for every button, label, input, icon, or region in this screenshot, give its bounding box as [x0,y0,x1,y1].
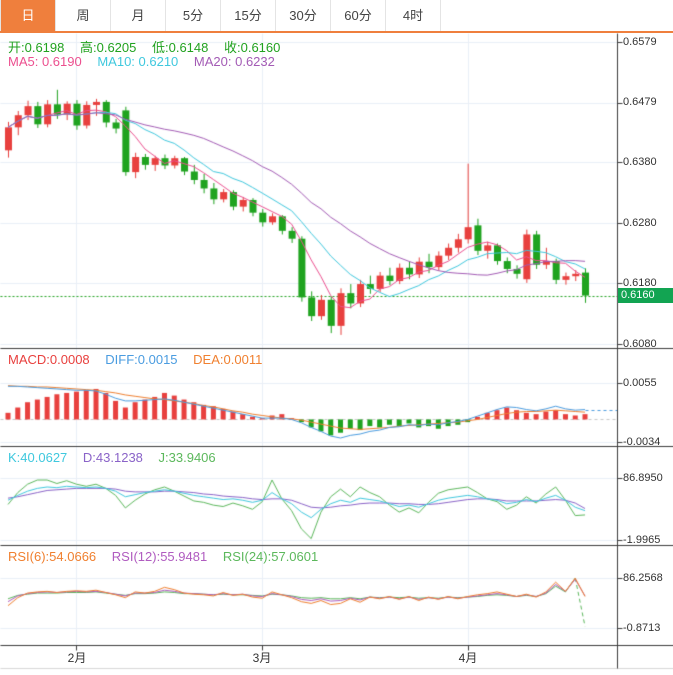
y-tick-main-3: 0.6380 [623,156,657,168]
tab-month[interactable]: 月 [111,0,166,31]
x-label-feb: 2月 [68,649,87,666]
diff-value: DIFF:0.0015 [105,352,177,367]
tab-15min[interactable]: 15分 [221,0,276,31]
y-tick-rsi-bottom: -0.8713 [623,622,660,634]
ohlc-close: 收:0.6160 [224,40,280,55]
y-tick-main-4: 0.6280 [623,217,657,229]
timeframe-toolbar: 日 周 月 5分 15分 30分 60分 4时 [0,0,673,33]
tab-4hour[interactable]: 4时 [386,0,441,31]
x-label-mar: 3月 [253,649,272,666]
rsi24-value: RSI(24):57.0601 [223,549,318,564]
y-tick-main-6: 0.6080 [623,338,657,350]
tab-week[interactable]: 周 [56,0,111,31]
kdj-readout: K:40.0627 D:43.1238 J:33.9406 [8,450,228,465]
macd-value: MACD:0.0008 [8,352,90,367]
tab-5min[interactable]: 5分 [166,0,221,31]
ma20-value: MA20: 0.6232 [194,54,275,69]
d-value: D:43.1238 [83,450,143,465]
tab-60min[interactable]: 60分 [331,0,386,31]
ma-readout: MA5: 0.6190 MA10: 0.6210 MA20: 0.6232 [8,54,287,69]
current-price-badge: 0.6160 [618,288,673,303]
y-tick-rsi-top: 86.2568 [623,572,663,584]
y-tick-macd-bottom: -0.0034 [623,436,660,448]
rsi-readout: RSI(6):54.0666 RSI(12):55.9481 RSI(24):5… [8,549,330,564]
kline-chart-canvas[interactable] [0,0,673,675]
x-label-apr: 4月 [459,649,478,666]
ohlc-high: 高:0.6205 [80,40,136,55]
y-tick-kdj-top: 86.8950 [623,472,663,484]
rsi12-value: RSI(12):55.9481 [112,549,207,564]
j-value: J:33.9406 [159,450,216,465]
kline-chart-app: 日 周 月 5分 15分 30分 60分 4时 开:0.6198 高:0.620… [0,0,673,675]
k-value: K:40.0627 [8,450,67,465]
ohlc-low: 低:0.6148 [152,40,208,55]
y-tick-kdj-bottom: -1.9965 [623,534,660,546]
ma10-value: MA10: 0.6210 [97,54,178,69]
macd-readout: MACD:0.0008 DIFF:0.0015 DEA:0.0011 [8,352,274,367]
y-tick-main-2: 0.6479 [623,96,657,108]
ohlc-open: 开:0.6198 [8,40,64,55]
dea-value: DEA:0.0011 [193,352,262,367]
y-tick-main-1: 0.6579 [623,36,657,48]
y-tick-macd-top: 0.0055 [623,377,657,389]
rsi6-value: RSI(6):54.0666 [8,549,96,564]
ma5-value: MA5: 0.6190 [8,54,82,69]
tab-day[interactable]: 日 [0,0,56,31]
tab-30min[interactable]: 30分 [276,0,331,31]
